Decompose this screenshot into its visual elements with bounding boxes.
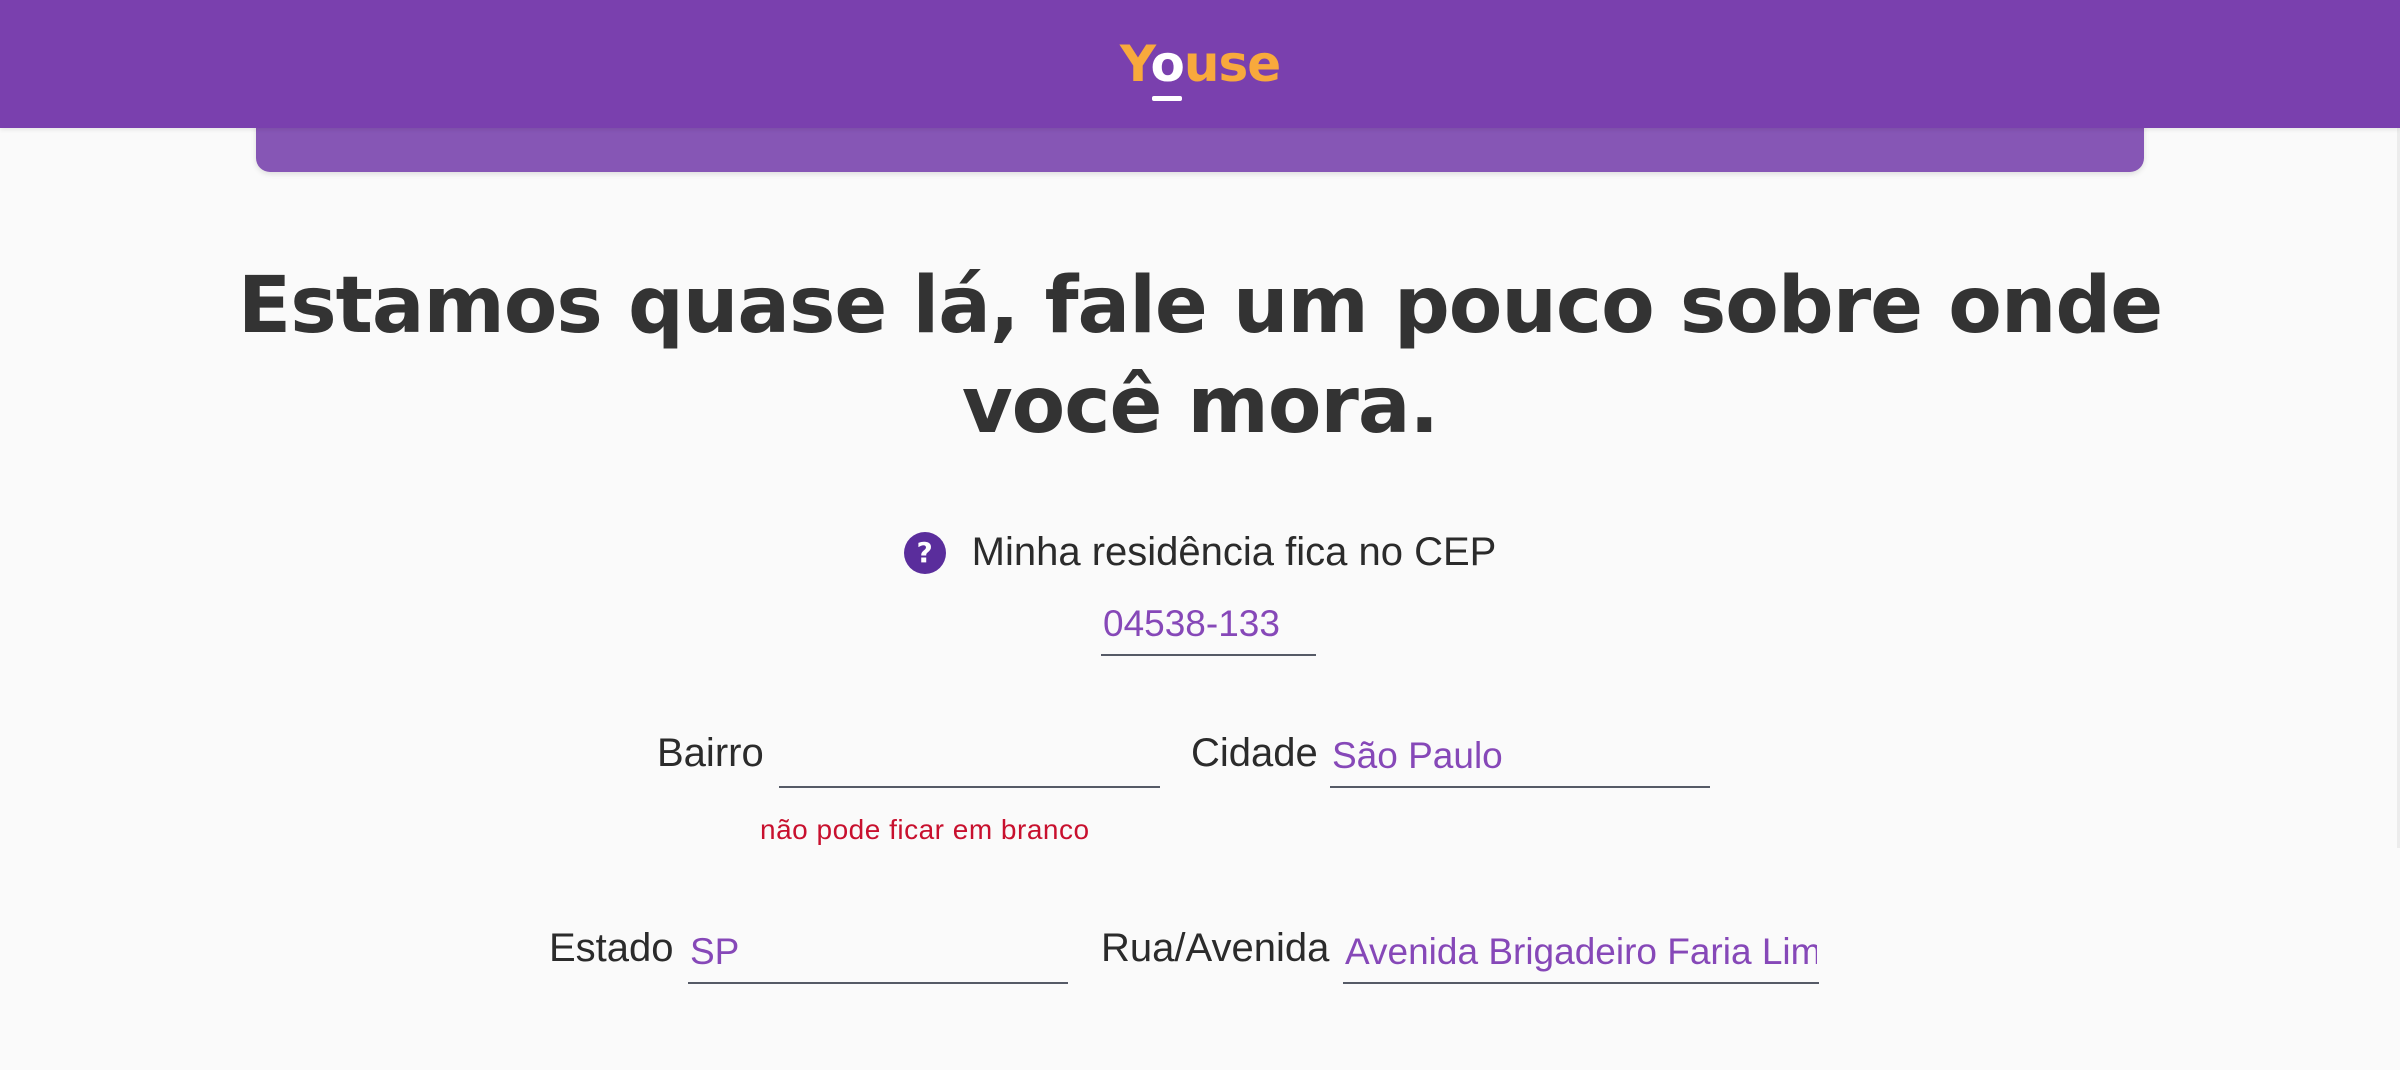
cep-field[interactable] <box>1101 594 1316 656</box>
cep-input[interactable] <box>1101 594 1316 654</box>
cidade-field[interactable] <box>1330 726 1710 788</box>
question-circle-icon[interactable]: ? <box>903 531 946 574</box>
rua-field[interactable] <box>1343 922 1819 984</box>
cidade-input[interactable] <box>1330 726 1710 786</box>
cep-label-row: ? Minha residência fica no CEP <box>0 530 2400 575</box>
bairro-field[interactable] <box>779 726 1160 788</box>
cep-label: Minha residência fica no CEP <box>971 530 1497 574</box>
estado-label: Estado <box>549 926 674 970</box>
top-navbar: Yo use <box>0 0 2400 128</box>
bairro-error-message: não pode ficar em branco <box>760 814 1090 845</box>
page-title: Estamos quase lá, fale um pouco sobre on… <box>237 261 2163 451</box>
bairro-label: Bairro <box>657 731 764 775</box>
estado-field[interactable] <box>688 922 1068 984</box>
youse-logo[interactable]: Yo use <box>0 0 2400 128</box>
rua-input[interactable] <box>1343 922 1819 982</box>
bairro-input[interactable] <box>779 726 1160 786</box>
estado-input[interactable] <box>688 922 1068 982</box>
cidade-label: Cidade <box>1191 731 1318 775</box>
logo-text: Yo use <box>1120 39 1281 101</box>
rua-label: Rua/Avenida <box>1101 926 1330 970</box>
